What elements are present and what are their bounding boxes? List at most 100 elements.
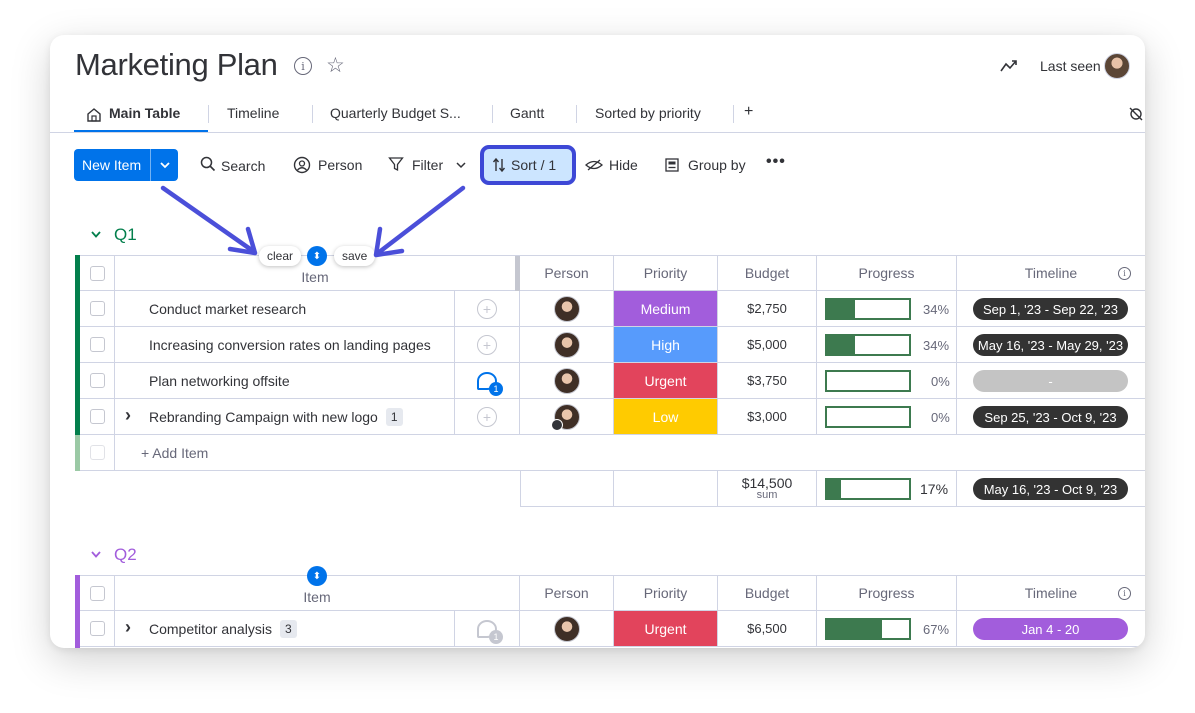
star-icon[interactable]: ☆ xyxy=(326,53,345,78)
timeline-cell[interactable]: Sep 25, '23 - Oct 9, '23 xyxy=(957,399,1145,435)
timeline-pill[interactable]: - xyxy=(973,370,1128,392)
search-icon[interactable] xyxy=(200,156,216,172)
updates-icon[interactable]: 1 xyxy=(477,371,503,396)
collapse-group-icon[interactable] xyxy=(90,550,102,560)
person-cell[interactable] xyxy=(520,327,614,363)
person-cell[interactable] xyxy=(520,363,614,399)
integrate-icon[interactable] xyxy=(1128,105,1144,123)
more-options-button[interactable]: ••• xyxy=(766,153,786,171)
item-name-cell[interactable]: Increasing conversion rates on landing p… xyxy=(115,327,455,363)
row-checkbox[interactable] xyxy=(89,621,105,636)
updates-cell[interactable]: 1 xyxy=(455,611,520,647)
sort-button[interactable]: Sort / 1 xyxy=(480,145,576,185)
save-sort-button[interactable]: save xyxy=(334,246,376,266)
avatar[interactable] xyxy=(553,331,580,358)
select-all-checkbox[interactable] xyxy=(89,265,105,281)
tab-gantt[interactable]: Gantt xyxy=(510,105,544,121)
budget-cell[interactable]: $3,000 xyxy=(718,399,817,435)
person-icon[interactable] xyxy=(293,156,311,174)
sort-indicator-icon[interactable]: ⬍ xyxy=(307,566,327,586)
new-item-button[interactable]: New Item xyxy=(74,149,178,181)
column-header-progress[interactable]: Progress xyxy=(817,255,957,291)
row-checkbox[interactable] xyxy=(89,373,105,388)
column-header-priority[interactable]: Priority xyxy=(614,575,718,611)
column-header-person[interactable]: Person xyxy=(520,575,614,611)
column-header-timeline[interactable]: Timeline xyxy=(957,255,1145,291)
group-by-button[interactable]: Group by xyxy=(688,157,746,173)
budget-summary-cell[interactable]: $14,500 sum xyxy=(718,471,817,507)
collapse-group-icon[interactable] xyxy=(90,230,102,240)
subitems-count-badge[interactable]: 1 xyxy=(385,407,403,426)
add-item-input[interactable]: + Add Item xyxy=(141,445,208,461)
tab-sorted-by-priority[interactable]: Sorted by priority xyxy=(595,105,701,121)
group-title-q2[interactable]: Q2 xyxy=(114,545,137,565)
item-name-cell[interactable]: Plan networking offsite xyxy=(115,363,455,399)
chevron-down-icon[interactable] xyxy=(455,160,467,170)
tab-timeline[interactable]: Timeline xyxy=(227,105,279,121)
avatar[interactable] xyxy=(553,367,580,394)
person-cell[interactable] xyxy=(520,399,614,435)
add-update-icon[interactable]: + xyxy=(477,406,497,427)
chevron-down-icon[interactable] xyxy=(158,158,172,172)
add-update-icon[interactable]: + xyxy=(477,298,497,319)
sort-indicator-icon[interactable]: ⬍ xyxy=(307,246,327,266)
column-header-priority[interactable]: Priority xyxy=(614,255,718,291)
item-name-cell[interactable]: Conduct market research xyxy=(115,291,455,327)
add-view-button[interactable]: + xyxy=(744,103,753,121)
column-header-person[interactable]: Person xyxy=(520,255,614,291)
activity-icon[interactable] xyxy=(1000,59,1018,73)
row-checkbox[interactable] xyxy=(89,409,105,424)
budget-cell[interactable]: $2,750 xyxy=(718,291,817,327)
budget-cell[interactable]: $5,000 xyxy=(718,327,817,363)
column-header-progress[interactable]: Progress xyxy=(817,575,957,611)
column-header-budget[interactable]: Budget xyxy=(718,575,817,611)
info-icon[interactable]: i xyxy=(1118,267,1131,280)
clear-sort-button[interactable]: clear xyxy=(259,246,302,266)
board-title[interactable]: Marketing Plan xyxy=(75,47,278,83)
updates-cell[interactable]: + xyxy=(455,327,520,363)
expand-subitems-icon[interactable]: › xyxy=(125,617,131,638)
timeline-pill[interactable]: Sep 1, '23 - Sep 22, '23 xyxy=(973,298,1128,320)
expand-subitems-icon[interactable]: › xyxy=(125,405,131,426)
priority-cell[interactable]: Medium xyxy=(614,291,718,327)
updates-cell[interactable]: 1 xyxy=(455,363,520,399)
avatar[interactable] xyxy=(553,295,580,322)
budget-cell[interactable]: $3,750 xyxy=(718,363,817,399)
timeline-pill[interactable]: Jan 4 - 20 xyxy=(973,618,1128,640)
row-checkbox[interactable] xyxy=(89,337,105,352)
last-seen-label[interactable]: Last seen xyxy=(1040,58,1101,74)
info-icon[interactable]: i xyxy=(1118,587,1131,600)
priority-cell[interactable]: High xyxy=(614,327,718,363)
search-button[interactable]: Search xyxy=(221,158,265,174)
tab-main-table[interactable]: Main Table xyxy=(109,105,180,121)
priority-cell[interactable]: Urgent xyxy=(614,363,718,399)
timeline-cell[interactable]: - xyxy=(957,363,1145,399)
person-filter-button[interactable]: Person xyxy=(318,157,362,173)
item-name-cell[interactable]: › Rebranding Campaign with new logo 1 xyxy=(115,399,455,435)
item-name-cell[interactable]: › Competitor analysis 3 xyxy=(115,611,455,647)
select-all-checkbox[interactable] xyxy=(89,585,105,601)
column-header-budget[interactable]: Budget xyxy=(718,255,817,291)
timeline-pill[interactable]: May 16, '23 - May 29, '23 xyxy=(973,334,1128,356)
eye-off-icon[interactable] xyxy=(585,158,603,172)
person-cell[interactable] xyxy=(520,291,614,327)
column-header-timeline[interactable]: Timeline xyxy=(957,575,1145,611)
timeline-summary-cell[interactable]: May 16, '23 - Oct 9, '23 xyxy=(957,471,1145,507)
add-update-icon[interactable]: + xyxy=(477,334,497,355)
hide-button[interactable]: Hide xyxy=(609,157,638,173)
avatar[interactable] xyxy=(1104,53,1130,79)
updates-icon[interactable]: 1 xyxy=(477,619,503,644)
group-by-icon[interactable] xyxy=(665,158,679,172)
timeline-pill[interactable]: May 16, '23 - Oct 9, '23 xyxy=(973,478,1128,500)
filter-icon[interactable] xyxy=(388,156,404,172)
tab-quarterly-budget[interactable]: Quarterly Budget S... xyxy=(330,105,461,121)
updates-cell[interactable]: + xyxy=(455,291,520,327)
priority-cell[interactable]: Urgent xyxy=(614,611,718,647)
updates-cell[interactable]: + xyxy=(455,399,520,435)
group-title-q1[interactable]: Q1 xyxy=(114,225,137,245)
subitems-count-badge[interactable]: 3 xyxy=(279,619,297,638)
row-checkbox[interactable] xyxy=(89,301,105,316)
priority-cell[interactable]: Low xyxy=(614,399,718,435)
timeline-cell[interactable]: Jan 4 - 20 xyxy=(957,611,1145,647)
timeline-cell[interactable]: May 16, '23 - May 29, '23 xyxy=(957,327,1145,363)
